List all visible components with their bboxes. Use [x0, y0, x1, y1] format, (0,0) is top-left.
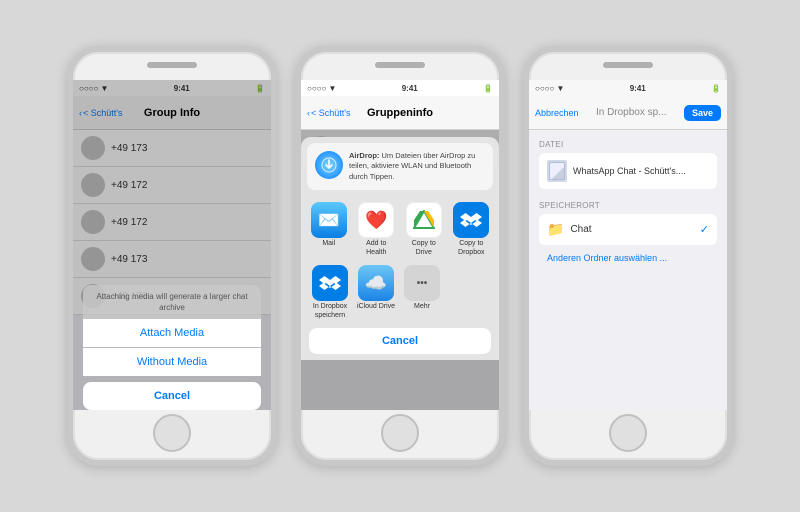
- nav3-title: In Dropbox sp...: [596, 107, 667, 118]
- choose-folder-link[interactable]: Anderen Ordner auswählen ...: [539, 245, 717, 263]
- icloud-icon: ☁️: [358, 265, 394, 301]
- attach-media-button[interactable]: Attach Media: [83, 319, 261, 347]
- file-item: WhatsApp Chat - Schütt's....: [539, 153, 717, 189]
- airdrop-icon: [315, 151, 343, 179]
- file-section-label: DATEI: [539, 140, 717, 149]
- battery-3: 🔋: [711, 84, 721, 93]
- folder-list: 📁 Chat ✓: [539, 214, 717, 245]
- status-bar-3: ○○○○ ▼ 9:41 🔋: [529, 80, 727, 96]
- share-sheet: AirDrop: Um Dateien über AirDrop zu teil…: [301, 137, 499, 360]
- icloud-app[interactable]: ☁️ iCloud Drive: [355, 265, 397, 320]
- dropbox2-icon: [312, 265, 348, 301]
- nav-title-2: Gruppeninfo: [367, 107, 433, 119]
- dialog-buttons: Attach Media Without Media: [83, 319, 261, 376]
- file-icon: [547, 160, 567, 182]
- file-name: WhatsApp Chat - Schütt's....: [573, 166, 686, 176]
- dropbox-icon: [453, 202, 489, 238]
- phone-2: ○○○○ ▼ 9:41 🔋 ‹ < Schütt's Gruppeninfo +…: [295, 46, 505, 466]
- gdrive-app[interactable]: Copy to Drive: [403, 202, 445, 257]
- location-section-label: SPEICHERORT: [539, 201, 717, 210]
- nav-bar-2: ‹ < Schütt's Gruppeninfo: [301, 96, 499, 130]
- app-row-1: ✉️ Mail ❤️ Add to Health: [301, 196, 499, 259]
- back-button-2[interactable]: ‹ < Schütt's: [307, 108, 351, 118]
- folder-item-chat[interactable]: 📁 Chat ✓: [539, 214, 717, 245]
- mehr-app[interactable]: ••• Mehr: [401, 265, 443, 320]
- airdrop-section: AirDrop: Um Dateien über AirDrop zu teil…: [307, 143, 493, 191]
- time-2: 9:41: [402, 84, 418, 93]
- carrier-3: ○○○○ ▼: [535, 84, 564, 93]
- dropbox-app[interactable]: Copy to Dropbox: [450, 202, 492, 257]
- health-app[interactable]: ❤️ Add to Health: [355, 202, 397, 257]
- mehr-icon: •••: [404, 265, 440, 301]
- phone-1: ○○○○ ▼ 9:41 🔋 ‹ < Schütt's Group Info +4…: [67, 46, 277, 466]
- cancel-button-1[interactable]: Cancel: [83, 382, 261, 410]
- without-media-button[interactable]: Without Media: [83, 347, 261, 376]
- save-content: DATEI WhatsApp Chat - Schütt's.... SPEIC…: [529, 130, 727, 410]
- status-bar-2: ○○○○ ▼ 9:41 🔋: [301, 80, 499, 96]
- mail-app[interactable]: ✉️ Mail: [308, 202, 350, 257]
- dropbox2-app[interactable]: In Dropbox speichern: [309, 265, 351, 320]
- airdrop-text: AirDrop: Um Dateien über AirDrop zu teil…: [349, 151, 485, 183]
- save-button-3[interactable]: Save: [684, 105, 721, 121]
- time-3: 9:41: [630, 84, 646, 93]
- cancel-button-2[interactable]: Cancel: [309, 328, 491, 354]
- app-row-2: In Dropbox speichern ☁️ iCloud Drive •••…: [301, 259, 499, 322]
- gdrive-icon: [406, 202, 442, 238]
- health-icon: ❤️: [358, 202, 394, 238]
- cancel-button-3[interactable]: Abbrechen: [535, 108, 579, 118]
- phone-3: ○○○○ ▼ 9:41 🔋 Abbrechen In Dropbox sp...…: [523, 46, 733, 466]
- folder-icon: 📁: [547, 221, 564, 238]
- battery-2: 🔋: [483, 84, 493, 93]
- checkmark-icon: ✓: [700, 223, 709, 236]
- dialog-info-text: Attaching media will generate a larger c…: [83, 285, 261, 319]
- attach-dialog: Attaching media will generate a larger c…: [73, 285, 271, 410]
- phone3-nav: Abbrechen In Dropbox sp... Save: [529, 96, 727, 130]
- carrier-2: ○○○○ ▼: [307, 84, 336, 93]
- folder-name-chat: Chat: [570, 224, 591, 235]
- mail-icon: ✉️: [311, 202, 347, 238]
